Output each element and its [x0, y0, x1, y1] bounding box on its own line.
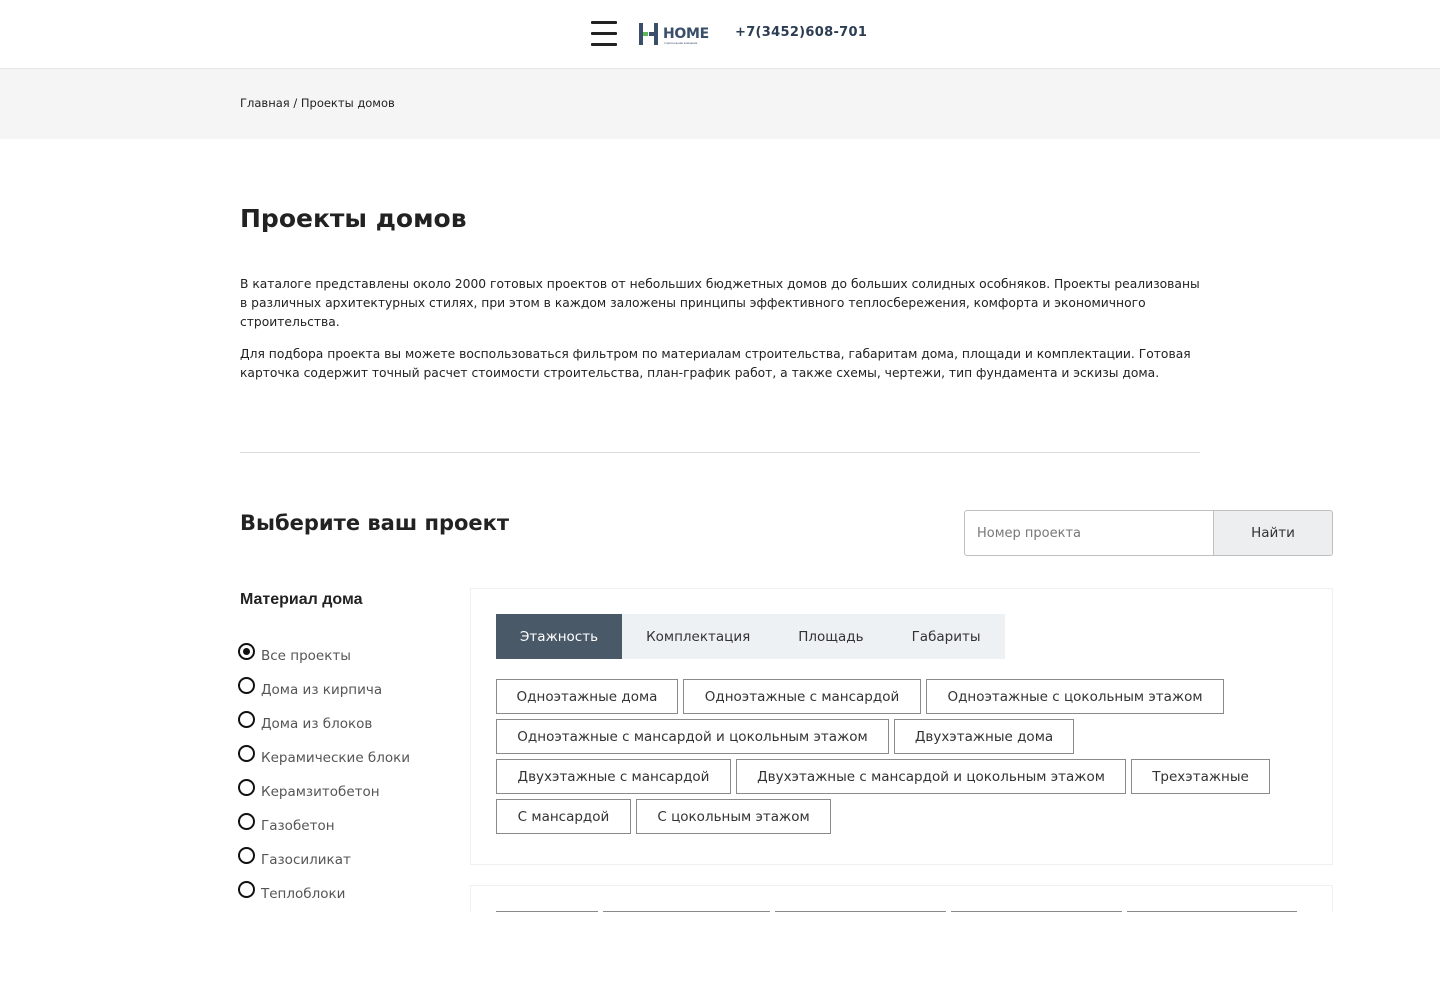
radio-expanded-clay-concrete[interactable]: Керамзитобетон [238, 778, 380, 800]
floor-option-button[interactable]: С цокольным этажом [636, 799, 831, 834]
logo-mark-icon [639, 23, 658, 45]
radio-label: Теплоблоки [261, 886, 346, 902]
page-title: Проекты домов [240, 204, 467, 233]
breadcrumb: Главная / Проекты домов [240, 96, 395, 110]
radio-button-icon[interactable] [238, 881, 255, 898]
filter-description: Для подбора проекта вы можете воспользов… [240, 347, 1191, 380]
secondary-chip-edge [496, 911, 598, 912]
select-project-title: Выберите ваш проект [240, 511, 510, 535]
radio-block-houses[interactable]: Дома из блоков [238, 710, 372, 732]
tab-dimensions[interactable]: Габариты [888, 614, 1005, 659]
radio-all-projects[interactable]: Все проекты [238, 642, 351, 664]
radio-gas-silicate[interactable]: Газосиликат [238, 846, 351, 868]
floor-option-button[interactable]: Двухэтажные с мансардой [496, 759, 731, 794]
radio-button-icon[interactable] [238, 643, 255, 660]
breadcrumb-band: Главная / Проекты домов [0, 69, 1440, 139]
radio-button-icon[interactable] [238, 745, 255, 762]
radio-aerated-concrete[interactable]: Газобетон [238, 812, 335, 834]
tab-equipment[interactable]: Комплектация [622, 614, 774, 659]
phone-link[interactable]: +7(3452)608-701 [735, 25, 867, 40]
radio-label: Газосиликат [261, 852, 351, 868]
radio-brick-houses[interactable]: Дома из кирпича [238, 676, 382, 698]
radio-button-icon[interactable] [238, 813, 255, 830]
floor-option-button[interactable]: Одноэтажные дома [496, 679, 678, 714]
floor-option-button[interactable]: С мансардой [496, 799, 631, 834]
radio-heat-blocks[interactable]: Теплоблоки [238, 880, 345, 902]
secondary-chip-edge [1127, 911, 1297, 912]
floor-option-button[interactable]: Двухэтажные с мансардой и цокольным этаж… [736, 759, 1126, 794]
find-button[interactable]: Найти [1213, 510, 1333, 556]
filter-tabs: Этажность Комплектация Площадь Габариты [496, 614, 1005, 659]
floor-option-button[interactable]: Одноэтажные с мансардой и цокольным этаж… [496, 719, 889, 754]
project-number-input[interactable] [964, 510, 1214, 556]
logo-text: HOME [663, 26, 709, 42]
secondary-chip-edge [951, 911, 1122, 912]
radio-ceramic-blocks[interactable]: Керамические блоки [238, 744, 410, 766]
floor-option-button[interactable]: Трехэтажные [1131, 759, 1270, 794]
tab-floors[interactable]: Этажность [496, 614, 623, 659]
floor-option-button[interactable]: Двухэтажные дома [894, 719, 1074, 754]
floor-option-button[interactable]: Одноэтажные с мансардой [683, 679, 921, 714]
secondary-chip-edge [603, 911, 770, 912]
radio-button-icon[interactable] [238, 711, 255, 728]
breadcrumb-separator: / [289, 96, 301, 110]
section-divider [240, 452, 1200, 453]
secondary-filter-panel [470, 885, 1333, 912]
tab-area[interactable]: Площадь [774, 614, 887, 659]
radio-button-icon[interactable] [238, 677, 255, 694]
radio-label: Все проекты [261, 648, 351, 664]
breadcrumb-home-link[interactable]: Главная [240, 96, 290, 110]
site-header: HOME строительная компания +7(3452)608-7… [0, 0, 1440, 69]
secondary-chip-edge [775, 911, 946, 912]
radio-label: Керамзитобетон [261, 784, 380, 800]
site-logo[interactable]: HOME строительная компания [638, 22, 709, 48]
radio-button-icon[interactable] [238, 847, 255, 864]
radio-label: Керамические блоки [261, 750, 411, 766]
logo-subtitle: строительная компания [664, 41, 698, 45]
material-filter-title: Материал дома [240, 591, 363, 608]
menu-icon[interactable] [591, 21, 617, 47]
radio-label: Дома из блоков [261, 716, 373, 732]
floor-option-button[interactable]: Одноэтажные с цокольным этажом [926, 679, 1224, 714]
radio-label: Газобетон [261, 818, 335, 834]
breadcrumb-current: Проекты домов [300, 96, 395, 110]
radio-button-icon[interactable] [238, 779, 255, 796]
radio-label: Дома из кирпича [261, 682, 383, 698]
catalog-description: В каталоге представлены около 2000 готов… [240, 277, 1200, 329]
